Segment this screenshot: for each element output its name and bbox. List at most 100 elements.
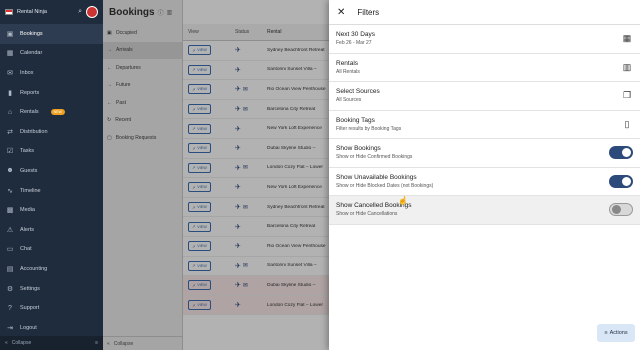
calendar-icon: ▦	[6, 50, 14, 58]
sidebar-item-label: Inbox	[20, 69, 34, 76]
filter-title: Next 30 Days	[336, 31, 376, 39]
filter-title: Booking Tags	[336, 116, 375, 124]
sidebar-item-support[interactable]: ? Support	[0, 298, 103, 318]
close-icon[interactable]: ✕	[337, 7, 345, 18]
sidebar-item-inbox[interactable]: ✉ Inbox	[0, 63, 103, 83]
actions-label: Actions	[609, 330, 628, 336]
filters-panel: ✕ Filters Next 30 Days Feb 26 - Mar 27 ▦ Re…	[329, 0, 640, 350]
filter-row-next-30-days[interactable]: Next 30 Days Feb 26 - Mar 27 ▦	[329, 25, 640, 54]
sidebar-item-label: Settings	[20, 285, 40, 292]
collapse-icon: «	[5, 340, 8, 346]
sidebar-item-label: Tasks	[20, 148, 35, 155]
main-sidebar: Rental Ninja ⌕ ▣ Bookings ▦ Calendar ✉ Inbox ▮…	[0, 0, 103, 350]
sidebar-nav: ▣ Bookings ▦ Calendar ✉ Inbox ▮ Reports ⌂ Rentals…	[0, 24, 103, 338]
new-badge: NEW	[50, 109, 65, 116]
list-icon: ≡	[604, 330, 608, 336]
sidebar-item-label: Accounting	[20, 265, 48, 272]
filter-row-booking-tags[interactable]: Booking Tags Filter results by Booking Ta…	[329, 111, 640, 139]
avatar[interactable]	[86, 6, 98, 18]
rentals-icon: ⌂	[7, 108, 13, 116]
filter-row-show-unavailable-bookings[interactable]: Show Unavailable Bookings Show or Hide Bl…	[329, 168, 640, 196]
filter-title: Select Sources	[336, 88, 380, 96]
filter-title: Show Bookings	[336, 145, 381, 153]
sources-icon[interactable]: ❐	[621, 90, 633, 102]
chat-icon: ▭	[6, 246, 14, 254]
sidebar-item-label: Distribution	[20, 128, 48, 135]
tasks-icon: ☑	[6, 148, 14, 156]
sidebar-item-label: Timeline	[20, 187, 41, 194]
brand-name: Rental Ninja	[17, 9, 47, 15]
sidebar-item-alerts[interactable]: ⚠ Alerts	[0, 220, 103, 240]
filter-text: Show Unavailable Bookings Show or Hide Bl…	[336, 174, 609, 189]
filter-row-show-bookings[interactable]: Show Bookings Show or Hide Confirmed Book…	[329, 139, 640, 168]
sidebar-item-accounting[interactable]: ▤ Accounting	[0, 259, 103, 279]
sidebar-item-distribution[interactable]: ⇄ Distribution	[0, 122, 103, 142]
sidebar-item-settings[interactable]: ⚙ Settings	[0, 279, 103, 299]
sidebar-item-bookings[interactable]: ▣ Bookings	[0, 24, 103, 44]
filter-subtitle: All Sources	[336, 97, 362, 104]
bookmark-icon[interactable]: ▯	[621, 118, 633, 130]
filter-subtitle: Filter results by Booking Tags	[336, 125, 402, 132]
filter-text: Show Bookings Show or Hide Confirmed Book…	[336, 145, 609, 160]
filter-subtitle: All Rentals	[336, 68, 360, 75]
language-flag-icon[interactable]	[5, 9, 13, 15]
building-icon[interactable]: ▥	[621, 61, 633, 73]
toggle-knob	[622, 176, 631, 186]
sidebar-item-label: Calendar	[20, 50, 43, 57]
filters-title: Filters	[357, 7, 380, 17]
sidebar-item-reports[interactable]: ▮ Reports	[0, 83, 103, 103]
sidebar-item-label: Support	[20, 305, 40, 312]
filter-text: Next 30 Days Feb 26 - Mar 27	[336, 31, 621, 46]
toggle-switch[interactable]	[609, 146, 633, 160]
sidebar-item-tasks[interactable]: ☑ Tasks	[0, 142, 103, 162]
overlay-backdrop[interactable]	[103, 0, 329, 350]
calendar-icon[interactable]: ▦	[621, 33, 633, 45]
mouse-cursor-icon: ☝	[398, 196, 408, 205]
bookings-icon: ▣	[6, 30, 14, 38]
sidebar-item-label: Chat	[20, 246, 32, 253]
filter-row-select-sources[interactable]: Select Sources All Sources ❐	[329, 82, 640, 111]
toggle-knob	[612, 205, 621, 215]
filters-header: ✕ Filters	[329, 0, 640, 25]
filter-row-rentals[interactable]: Rentals All Rentals ▥	[329, 54, 640, 82]
filters-list: Next 30 Days Feb 26 - Mar 27 ▦ Rentals All R…	[329, 25, 640, 225]
sidebar-item-rentals[interactable]: ⌂ Rentals NEW	[0, 102, 103, 122]
sidebar-item-label: Logout	[20, 324, 37, 331]
filter-text: Select Sources All Sources	[336, 88, 621, 103]
logout-icon: ⇥	[7, 324, 13, 332]
sidebar-item-label: Reports	[20, 89, 40, 96]
filter-text: Rentals All Rentals	[336, 60, 621, 75]
menu-icon[interactable]: ≡	[95, 340, 98, 346]
filter-title: Rentals	[336, 59, 359, 67]
search-icon[interactable]: ⌕	[78, 8, 82, 16]
sidebar-collapse[interactable]: « Collapse ≡	[0, 336, 103, 350]
filter-subtitle: Show or Hide Confirmed Bookings	[336, 154, 413, 161]
filter-subtitle: Show or Hide Blocked Dates (not Bookings…	[336, 182, 434, 189]
actions-button[interactable]: ≡ Actions	[597, 324, 635, 342]
sidebar-item-calendar[interactable]: ▦ Calendar	[0, 44, 103, 64]
sidebar-item-label: Guests	[20, 167, 38, 174]
sidebar-item-chat[interactable]: ▭ Chat	[0, 240, 103, 260]
sidebar-item-media[interactable]: ▩ Media	[0, 200, 103, 220]
guests-icon: ☻	[6, 167, 14, 175]
filter-subtitle: Show or Hide Cancellations	[336, 211, 398, 218]
toggle-switch[interactable]	[609, 174, 633, 188]
accounting-icon: ▤	[6, 265, 14, 273]
filter-text: Booking Tags Filter results by Booking Ta…	[336, 117, 621, 132]
filter-title: Show Cancelled Bookings	[336, 202, 412, 210]
filter-row-show-cancelled-bookings[interactable]: Show Cancelled Bookings Show or Hide Canc…	[329, 196, 640, 225]
toggle-switch[interactable]	[609, 203, 633, 217]
sidebar-item-logout[interactable]: ⇥ Logout	[0, 318, 103, 338]
sidebar-header: Rental Ninja ⌕	[0, 0, 103, 24]
media-icon: ▩	[6, 207, 14, 215]
alerts-icon: ⚠	[6, 226, 14, 234]
filter-text: Show Cancelled Bookings Show or Hide Canc…	[336, 202, 609, 217]
distribution-icon: ⇄	[7, 128, 13, 136]
sidebar-item-guests[interactable]: ☻ Guests	[0, 161, 103, 181]
sidebar-item-label: Bookings	[20, 30, 43, 37]
filter-title: Show Unavailable Bookings	[336, 173, 417, 181]
sidebar-item-label: Alerts	[20, 226, 35, 233]
reports-icon: ▮	[8, 89, 12, 97]
sidebar-item-timeline[interactable]: ∿ Timeline	[0, 181, 103, 201]
support-icon: ?	[8, 304, 12, 312]
